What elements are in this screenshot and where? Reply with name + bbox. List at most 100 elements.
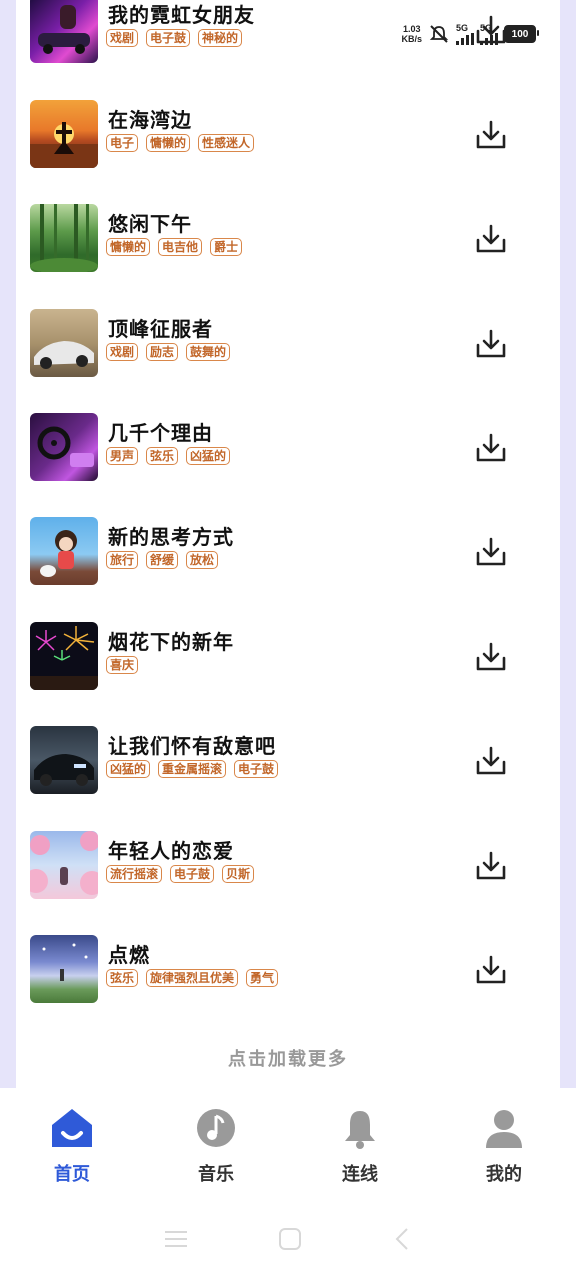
signal-1: 5G xyxy=(456,22,474,45)
song-title: 顶峰征服者 xyxy=(108,317,213,341)
tab-mine[interactable]: 我的 xyxy=(432,1088,576,1198)
download-icon[interactable] xyxy=(474,222,508,256)
song-tag: 流行摇滚 xyxy=(106,865,163,883)
network-speed-value: 1.03 xyxy=(402,24,421,34)
song-tags: 旅行 舒缓 放松 xyxy=(106,551,219,569)
bottom-tab-bar: 首页 音乐 连线 我的 xyxy=(0,1088,576,1198)
battery-icon: 100 xyxy=(504,25,539,43)
song-row[interactable]: 年轻人的恋爱 流行摇滚 电子鼓 贝斯 xyxy=(30,831,530,899)
song-tags: 戏剧 电子鼓 神秘的 xyxy=(106,29,243,47)
song-title: 烟花下的新年 xyxy=(108,630,234,654)
song-cover xyxy=(30,413,98,481)
tab-music[interactable]: 音乐 xyxy=(144,1088,288,1198)
song-tag: 慵懒的 xyxy=(146,134,191,152)
song-tag: 电子鼓 xyxy=(234,760,279,778)
song-tag: 爵士 xyxy=(210,238,243,256)
song-title: 我的霓虹女朋友 xyxy=(108,3,255,27)
song-row[interactable]: 点燃 弦乐 旋律强烈且优美 勇气 xyxy=(30,935,530,1003)
song-title: 几千个理由 xyxy=(108,421,213,445)
song-tag: 戏剧 xyxy=(106,29,139,47)
song-row[interactable]: 几千个理由 男声 弦乐 凶猛的 xyxy=(30,413,530,481)
song-title: 新的思考方式 xyxy=(108,525,234,549)
song-tag: 男声 xyxy=(106,447,139,465)
song-tag: 慵懒的 xyxy=(106,238,151,256)
download-icon[interactable] xyxy=(474,953,508,987)
song-row[interactable]: 顶峰征服者 戏剧 励志 鼓舞的 xyxy=(30,309,530,377)
download-icon[interactable] xyxy=(474,535,508,569)
song-tag: 电子鼓 xyxy=(146,29,191,47)
status-bar: 1.03 KB/s 5G 5G 100 xyxy=(401,18,539,50)
song-tags: 慵懒的 电吉他 爵士 xyxy=(106,238,243,256)
home-button-icon[interactable] xyxy=(278,1227,302,1251)
signal-1-label: 5G xyxy=(456,22,469,33)
song-tag: 旋律强烈且优美 xyxy=(146,969,239,987)
tab-home[interactable]: 首页 xyxy=(0,1088,144,1198)
song-tag: 弦乐 xyxy=(106,969,139,987)
song-cover xyxy=(30,517,98,585)
song-tag: 凶猛的 xyxy=(106,760,151,778)
song-tag: 戏剧 xyxy=(106,343,139,361)
tab-label: 音乐 xyxy=(198,1164,234,1185)
song-tag: 电子 xyxy=(106,134,139,152)
song-cover xyxy=(30,309,98,377)
download-icon[interactable] xyxy=(474,118,508,152)
network-speed: 1.03 KB/s xyxy=(401,24,422,44)
download-icon[interactable] xyxy=(474,849,508,883)
song-tag: 电子鼓 xyxy=(170,865,215,883)
download-icon[interactable] xyxy=(474,744,508,778)
song-tag: 电吉他 xyxy=(158,238,203,256)
person-icon xyxy=(486,1110,522,1148)
song-row[interactable]: 在海湾边 电子 慵懒的 性感迷人 xyxy=(30,100,530,168)
signal-2-label: 5G xyxy=(480,22,493,33)
song-tag: 放松 xyxy=(186,551,219,569)
song-title: 年轻人的恋爱 xyxy=(108,839,234,863)
song-tags: 男声 弦乐 凶猛的 xyxy=(106,447,231,465)
song-tag: 弦乐 xyxy=(146,447,179,465)
battery-level: 100 xyxy=(511,28,529,40)
song-tags: 戏剧 励志 鼓舞的 xyxy=(106,343,231,361)
song-cover xyxy=(30,204,98,272)
song-tag: 喜庆 xyxy=(106,656,139,674)
song-row[interactable]: 烟花下的新年 喜庆 xyxy=(30,622,530,690)
tab-label: 连线 xyxy=(342,1164,378,1185)
song-title: 点燃 xyxy=(108,943,150,967)
song-title: 让我们怀有敌意吧 xyxy=(108,734,276,758)
download-icon[interactable] xyxy=(474,431,508,465)
tab-label: 首页 xyxy=(54,1164,90,1185)
song-tags: 凶猛的 重金属摇滚 电子鼓 xyxy=(106,760,279,778)
song-tag: 重金属摇滚 xyxy=(158,760,227,778)
song-tags: 流行摇滚 电子鼓 贝斯 xyxy=(106,865,255,883)
tab-label: 我的 xyxy=(486,1164,522,1185)
song-tag: 励志 xyxy=(146,343,179,361)
song-tag: 舒缓 xyxy=(146,551,179,569)
music-note-icon xyxy=(197,1109,235,1147)
tab-connect[interactable]: 连线 xyxy=(288,1088,432,1198)
system-navigation-bar xyxy=(0,1198,576,1280)
song-tag: 性感迷人 xyxy=(198,134,255,152)
song-cover xyxy=(30,831,98,899)
signal-2: 5G xyxy=(480,22,498,45)
load-more-button[interactable]: 点击加载更多 xyxy=(0,1045,576,1071)
song-title: 在海湾边 xyxy=(108,108,192,132)
song-cover xyxy=(30,726,98,794)
song-cover xyxy=(30,622,98,690)
song-cover xyxy=(30,935,98,1003)
song-tags: 喜庆 xyxy=(106,656,139,674)
network-speed-unit: KB/s xyxy=(401,34,422,44)
song-row[interactable]: 让我们怀有敌意吧 凶猛的 重金属摇滚 电子鼓 xyxy=(30,726,530,794)
song-row[interactable]: 新的思考方式 旅行 舒缓 放松 xyxy=(30,517,530,585)
song-row[interactable]: 悠闲下午 慵懒的 电吉他 爵士 xyxy=(30,204,530,272)
song-tag: 勇气 xyxy=(246,969,279,987)
back-icon[interactable] xyxy=(392,1227,412,1251)
song-tag: 旅行 xyxy=(106,551,139,569)
download-icon[interactable] xyxy=(474,327,508,361)
home-icon xyxy=(52,1109,92,1147)
mute-icon xyxy=(429,25,449,43)
song-tag: 凶猛的 xyxy=(186,447,231,465)
download-icon[interactable] xyxy=(474,640,508,674)
song-tags: 弦乐 旋律强烈且优美 勇气 xyxy=(106,969,279,987)
song-cover xyxy=(30,0,98,63)
song-tag: 鼓舞的 xyxy=(186,343,231,361)
song-tag: 神秘的 xyxy=(198,29,243,47)
menu-icon[interactable] xyxy=(164,1229,188,1249)
